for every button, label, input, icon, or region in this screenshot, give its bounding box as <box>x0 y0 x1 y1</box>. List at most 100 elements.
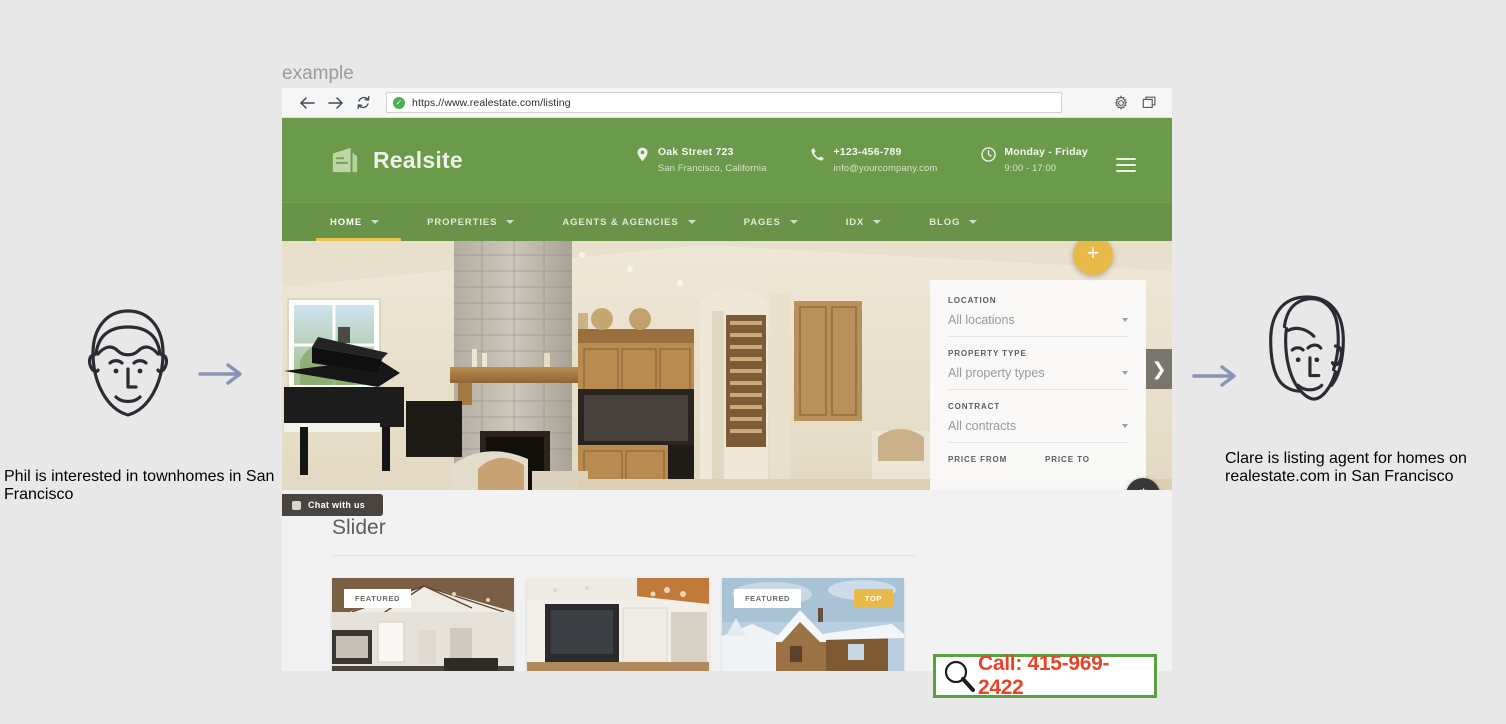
chat-bubble-icon <box>292 500 301 510</box>
field-property-type: PROPERTY TYPE All property types <box>948 349 1128 390</box>
nav-item-idx[interactable]: IDX <box>846 203 882 241</box>
gear-icon[interactable] <box>1112 94 1129 111</box>
field-price-from: PRICE FROM <box>948 455 1031 490</box>
magnifier-icon <box>944 660 975 692</box>
badge-featured: FEATURED <box>344 589 412 608</box>
property-type-select[interactable]: All property types <box>948 366 1128 390</box>
location-pin-icon <box>637 147 648 162</box>
address-bar[interactable]: ✓ https.//www.realestate.com/listing <box>386 92 1062 113</box>
field-label: PRICE TO <box>1045 455 1090 464</box>
browser-window: ✓ https.//www.realestate.com/listing Rea… <box>282 88 1172 671</box>
nav-item-properties[interactable]: PROPERTIES <box>427 203 515 241</box>
field-label: LOCATION <box>948 296 997 305</box>
info-sub: San Francisco, California <box>657 163 767 174</box>
callout-phone-text: Call: 415-969-2422 <box>978 652 1110 699</box>
slider-section-title: Slider <box>332 516 386 539</box>
property-search-panel: LOCATION All locations PROPERTY TYPE All… <box>930 280 1146 490</box>
nav-label: BLOG <box>929 216 961 228</box>
new-window-icon[interactable] <box>1141 94 1158 111</box>
chevron-down-icon <box>506 220 515 224</box>
check-shield-icon: ✓ <box>393 96 405 109</box>
nav-item-blog[interactable]: BLOG <box>929 203 978 241</box>
persona-right-caption: Clare is listing agent for homes on real… <box>1225 450 1467 485</box>
field-contract: CONTRACT All contracts <box>948 402 1128 443</box>
chevron-down-icon <box>873 220 882 224</box>
header-info-address: Oak Street 723 San Francisco, California <box>635 146 767 174</box>
badge-featured: FEATURED <box>734 589 802 608</box>
chevron-down-icon <box>1122 424 1128 428</box>
reload-icon[interactable] <box>352 92 374 114</box>
section-divider <box>332 555 916 556</box>
property-type-value: All property types <box>948 366 1045 380</box>
property-card[interactable]: FEATURED <box>332 578 514 671</box>
phone-icon <box>811 148 825 161</box>
house-logo-icon <box>332 147 358 173</box>
info-title: +123-456-789 <box>833 146 902 158</box>
info-sub: 9:00 - 17:00 <box>1004 163 1057 174</box>
chat-with-us-tab[interactable]: Chat with us <box>282 494 384 516</box>
nav-label: HOME <box>330 216 363 228</box>
chevron-down-icon <box>969 220 978 224</box>
browser-toolbar-right <box>1112 94 1172 111</box>
example-label: example <box>282 63 354 84</box>
nav-label: IDX <box>845 216 865 228</box>
nav-item-pages[interactable]: PAGES <box>744 203 798 241</box>
nav-label: PROPERTIES <box>427 216 498 228</box>
property-card[interactable] <box>527 578 709 671</box>
header-contact-info: Oak Street 723 San Francisco, California… <box>635 146 1088 174</box>
url-text: https.//www.realestate.com/listing <box>412 96 571 109</box>
nav-label: AGENTS & AGENCIES <box>562 216 679 228</box>
field-price-to: PRICE TO <box>1045 455 1128 490</box>
male-face-icon <box>87 309 169 417</box>
chevron-down-icon <box>789 220 798 224</box>
property-photo <box>527 578 709 671</box>
arrow-right-to-persona-icon <box>1192 365 1236 387</box>
contract-value: All contracts <box>948 419 1017 433</box>
site-logo-text: Realsite <box>373 146 463 173</box>
header-info-hours: Monday - Friday 9:00 - 17:00 <box>981 146 1088 174</box>
chevron-down-icon <box>371 220 380 224</box>
badge-top: TOP <box>853 589 893 608</box>
contract-select[interactable]: All contracts <box>948 419 1128 443</box>
hero-banner: + ❯ LOCATION All locations PROPERTY TYPE… <box>282 241 1172 490</box>
nav-item-home[interactable]: HOME <box>315 203 402 241</box>
page-root: Phil is interested in townhomes in San F… <box>0 0 1506 724</box>
call-phone-callout[interactable]: Call: 415-969-2422 <box>933 652 1157 699</box>
location-select[interactable]: All locations <box>948 313 1128 337</box>
site-logo[interactable]: Realsite <box>330 146 463 174</box>
property-card[interactable]: FEATURED TOP <box>722 578 904 671</box>
price-range-row: PRICE FROM PRICE TO <box>948 455 1128 490</box>
content-section: Chat with us Slider FEATURED FEATURED TO… <box>282 490 1172 671</box>
info-sub: info@yourcompany.com <box>833 163 938 174</box>
hamburger-icon[interactable] <box>1116 158 1136 176</box>
persona-left-caption: Phil is interested in townhomes in San F… <box>4 468 275 503</box>
info-title: Monday - Friday <box>1004 146 1088 158</box>
chevron-down-icon <box>1122 371 1128 375</box>
forward-icon[interactable] <box>324 92 346 114</box>
chevron-down-icon <box>687 220 696 224</box>
price-to-input[interactable] <box>1045 472 1128 490</box>
field-label: PRICE FROM <box>948 455 1008 464</box>
info-title: Oak Street 723 <box>657 146 734 158</box>
field-location: LOCATION All locations <box>948 296 1128 337</box>
property-card-list: FEATURED FEATURED TOP <box>332 578 904 671</box>
persona-right-avatar <box>1253 285 1379 420</box>
header-info-phone: +123-456-789 info@yourcompany.com <box>810 146 937 174</box>
location-value: All locations <box>948 313 1015 327</box>
field-label: PROPERTY TYPE <box>948 349 1027 358</box>
price-from-input[interactable] <box>948 472 1031 490</box>
field-label: CONTRACT <box>948 402 1001 411</box>
carousel-next-button[interactable]: ❯ <box>1146 349 1172 389</box>
site-nav: HOME PROPERTIES AGENTS & AGENCIES PAGES … <box>282 202 1172 241</box>
arrow-left-to-browser-icon <box>198 363 242 385</box>
site-header: Realsite Oak Street 723 San Francisco, C… <box>282 118 1172 202</box>
nav-label: PAGES <box>743 216 781 228</box>
female-face-icon <box>1269 295 1345 401</box>
browser-toolbar: ✓ https.//www.realestate.com/listing <box>282 88 1172 118</box>
clock-icon <box>981 147 997 162</box>
nav-item-agents-agencies[interactable]: AGENTS & AGENCIES <box>562 203 696 241</box>
back-icon[interactable] <box>296 92 318 114</box>
persona-left-avatar <box>78 297 180 434</box>
chevron-down-icon <box>1122 318 1128 322</box>
chat-tab-label: Chat with us <box>308 500 366 510</box>
